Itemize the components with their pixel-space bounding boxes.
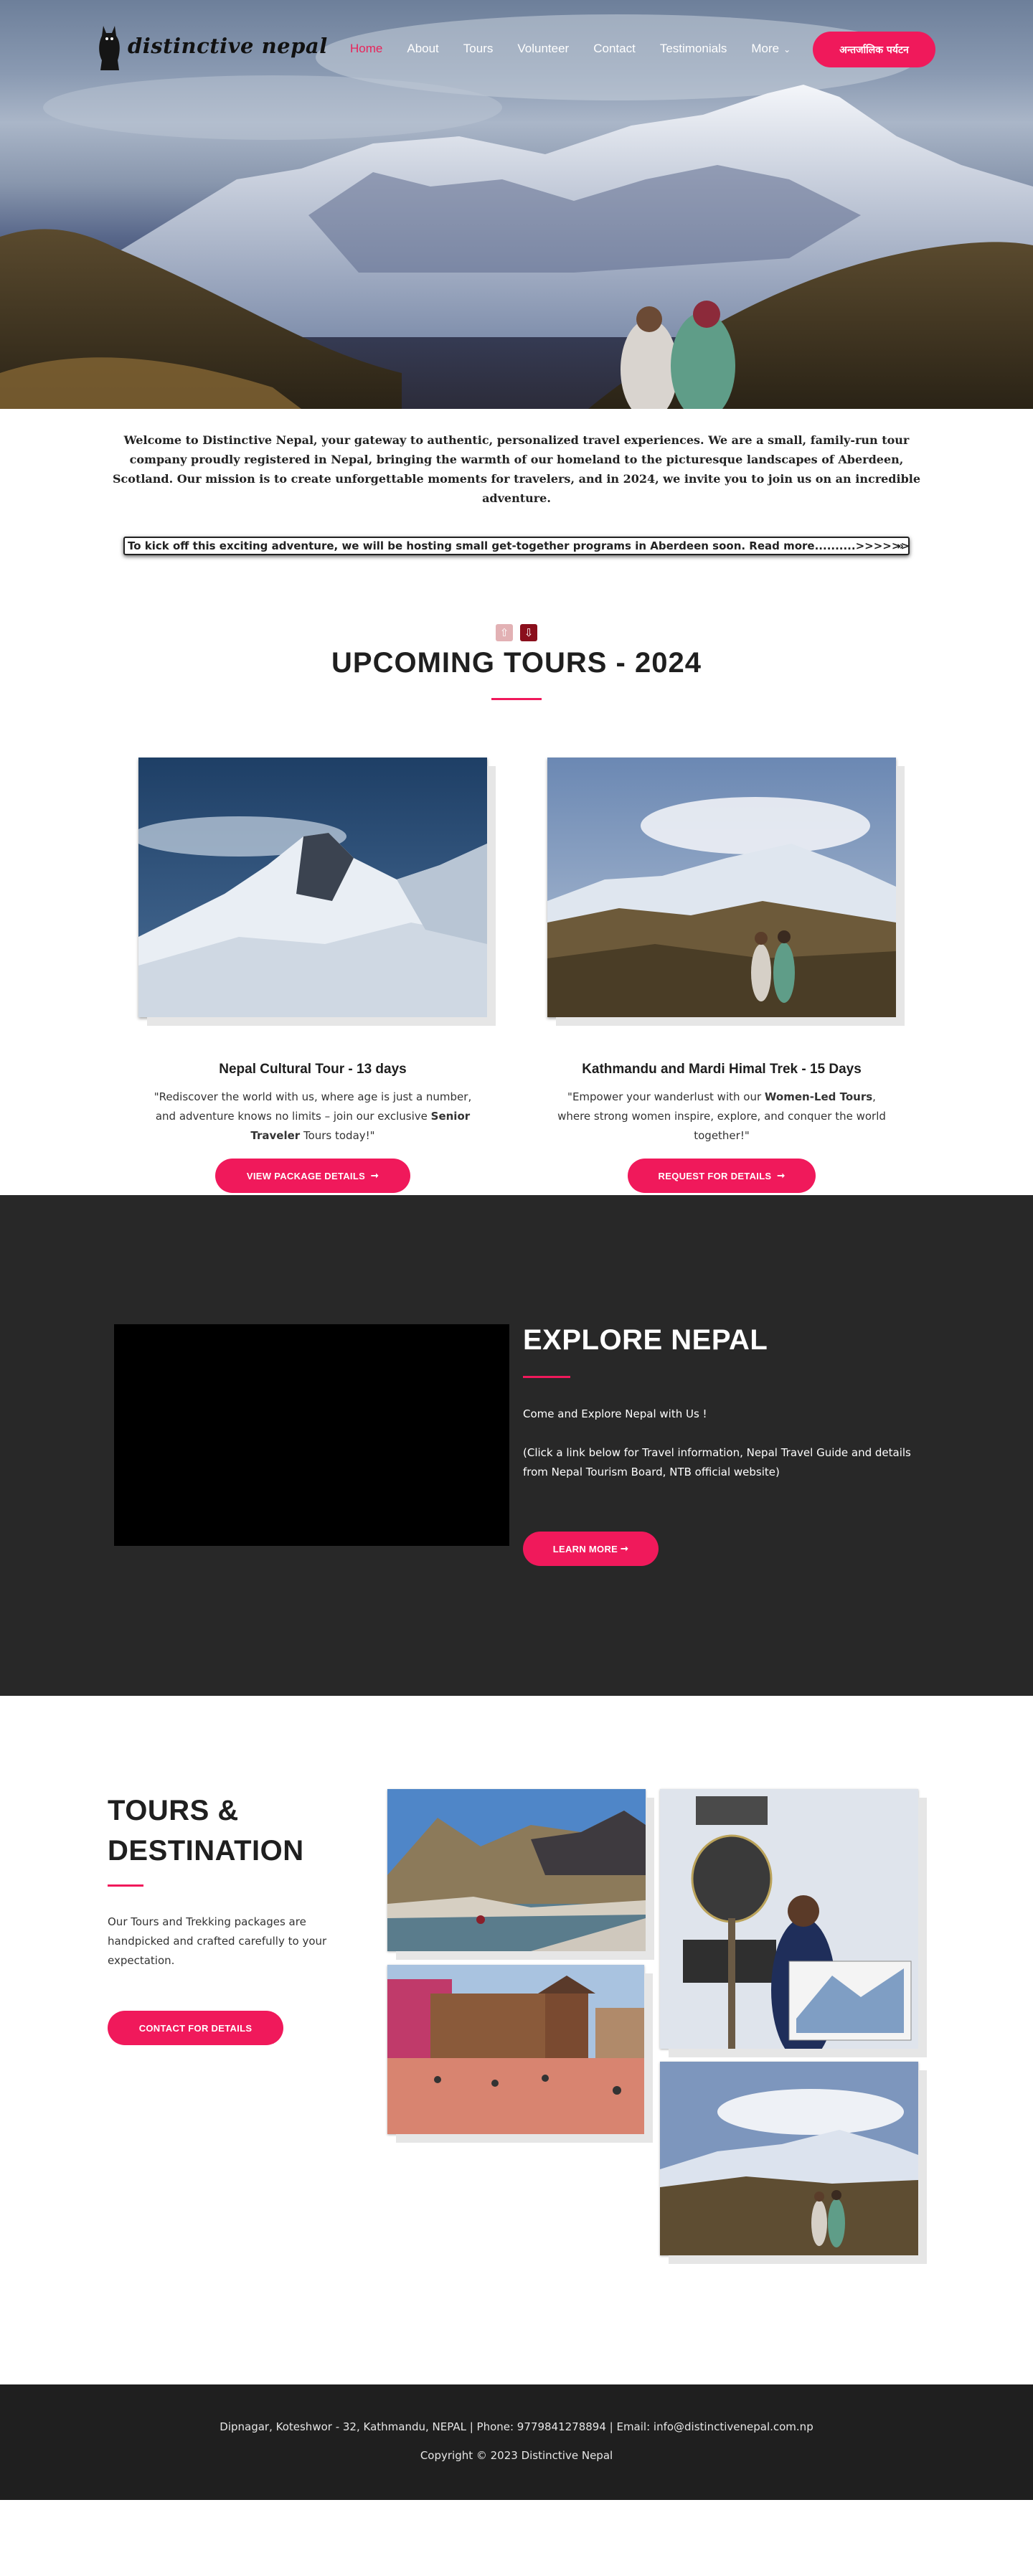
cat-logo-icon	[99, 26, 120, 70]
nav-menu: Home About Tours Volunteer Contact Testi…	[350, 42, 815, 56]
mardi-himal-gallery-illustration	[660, 2062, 918, 2255]
virtual-tour-button[interactable]: अन्तर्जालिक पर्यटन	[813, 32, 935, 67]
explore-tagline: Come and Explore Nepal with Us !	[523, 1407, 707, 1420]
chevron-down-icon: ⌄	[783, 44, 791, 55]
arrow-right-icon: ➞	[621, 1543, 629, 1554]
explore-title: EXPLORE NEPAL	[523, 1324, 768, 1356]
footer-contact-info: Dipnagar, Koteshwor - 32, Kathmandu, NEP…	[220, 2420, 813, 2433]
brand-name: distinctive nepal	[128, 34, 328, 58]
gallery-photo-durbar-square[interactable]	[387, 1965, 644, 2134]
scroll-arrows: ⇧ ⇩	[0, 624, 1033, 641]
site-logo[interactable]: distinctive nepal	[95, 20, 328, 72]
tour-card-description-end: Tours today!"	[300, 1129, 375, 1142]
title-divider	[108, 1884, 143, 1887]
tour-card-title: Nepal Cultural Tour - 13 days	[219, 1062, 407, 1077]
nav-item-tours[interactable]: Tours	[463, 42, 494, 56]
tour-card-cultural: Nepal Cultural Tour - 13 days "Rediscove…	[138, 758, 487, 1193]
button-label: LEARN MORE	[552, 1543, 618, 1554]
arrow-right-icon: ➞	[777, 1170, 786, 1181]
hero-banner: distinctive nepal Home About Tours Volun…	[0, 0, 1033, 409]
tour-card-description-highlight: Women-Led Tours	[764, 1090, 873, 1103]
news-ticker[interactable]: To kick off this exciting adventure, we …	[123, 537, 910, 555]
lake-illustration	[387, 1789, 646, 1951]
welcome-text: Welcome to Distinctive Nepal, your gatew…	[112, 433, 921, 505]
tour-card-description-part: "Rediscover the world with us, where age…	[154, 1090, 472, 1123]
arrow-down-icon[interactable]: ⇩	[520, 624, 537, 641]
tour-card-description: "Rediscover the world with us, where age…	[144, 1088, 481, 1146]
mardi-himal-illustration	[547, 758, 896, 1017]
button-label: REQUEST FOR DETAILS	[658, 1170, 772, 1181]
ticker-text: To kick off this exciting adventure, we …	[128, 539, 910, 552]
everest-illustration	[138, 758, 487, 1017]
destination-title: TOURS & DESTINATION	[108, 1795, 304, 1867]
gallery-photo-lake[interactable]	[387, 1789, 646, 1951]
main-navigation: distinctive nepal Home About Tours Volun…	[0, 0, 1033, 100]
everest-photo[interactable]	[138, 758, 487, 1017]
gallery-photo-poonhill-sign[interactable]	[660, 1789, 918, 2049]
nav-item-testimonials[interactable]: Testimonials	[660, 42, 727, 56]
button-label: VIEW PACKAGE DETAILS	[246, 1170, 366, 1181]
footer-copyright: Copyright © 2023 Distinctive Nepal	[420, 2449, 613, 2462]
upcoming-tours-title: UPCOMING TOURS - 2024	[331, 647, 702, 679]
arrow-up-icon[interactable]: ⇧	[496, 624, 513, 641]
tour-card-description: "Empower your wanderlust with our Women-…	[553, 1088, 890, 1146]
tour-card-title: Kathmandu and Mardi Himal Trek - 15 Days	[582, 1062, 862, 1077]
explore-description: (Click a link below for Travel informati…	[523, 1446, 911, 1478]
poonhill-illustration	[660, 1789, 918, 2049]
durbar-square-illustration	[387, 1965, 644, 2134]
title-divider	[523, 1376, 570, 1378]
contact-for-details-button[interactable]: CONTACT FOR DETAILS	[108, 2011, 283, 2045]
nav-item-more-label: More	[751, 42, 780, 55]
tours-destination-section: TOURS & DESTINATION Our Tours and Trekki…	[0, 1696, 1033, 2384]
embedded-video-player[interactable]	[114, 1324, 509, 1546]
tour-card-mardi-himal: Kathmandu and Mardi Himal Trek - 15 Days…	[547, 758, 896, 1193]
view-package-details-button[interactable]: VIEW PACKAGE DETAILS ➞	[215, 1159, 410, 1193]
tour-cards: Nepal Cultural Tour - 13 days "Rediscove…	[0, 700, 1033, 1195]
tour-card-description-part: "Empower your wanderlust with our	[567, 1090, 765, 1103]
nav-item-contact[interactable]: Contact	[593, 42, 636, 56]
learn-more-button[interactable]: LEARN MORE ➞	[523, 1532, 659, 1566]
mardi-himal-photo[interactable]	[547, 758, 896, 1017]
site-footer: Dipnagar, Koteshwor - 32, Kathmandu, NEP…	[0, 2384, 1033, 2500]
arrow-right-icon: ➞	[370, 1170, 379, 1181]
nav-item-about[interactable]: About	[407, 42, 438, 56]
nav-item-volunteer[interactable]: Volunteer	[517, 42, 569, 56]
explore-nepal-section: EXPLORE NEPAL Come and Explore Nepal wit…	[0, 1195, 1033, 1696]
destination-description: Our Tours and Trekking packages are hand…	[108, 1915, 327, 1967]
intro-section: Welcome to Distinctive Nepal, your gatew…	[0, 430, 1033, 555]
nav-item-more[interactable]: More ⌄	[751, 42, 791, 56]
request-for-details-button[interactable]: REQUEST FOR DETAILS ➞	[628, 1159, 816, 1193]
gallery-photo-mardi-himal[interactable]	[660, 2062, 918, 2255]
nav-item-home[interactable]: Home	[350, 42, 382, 56]
upcoming-tours-section: ⇧ ⇩ UPCOMING TOURS - 2024 Nepal Cultural…	[0, 624, 1033, 1195]
double-chevron-right-icon[interactable]: »	[897, 538, 904, 554]
